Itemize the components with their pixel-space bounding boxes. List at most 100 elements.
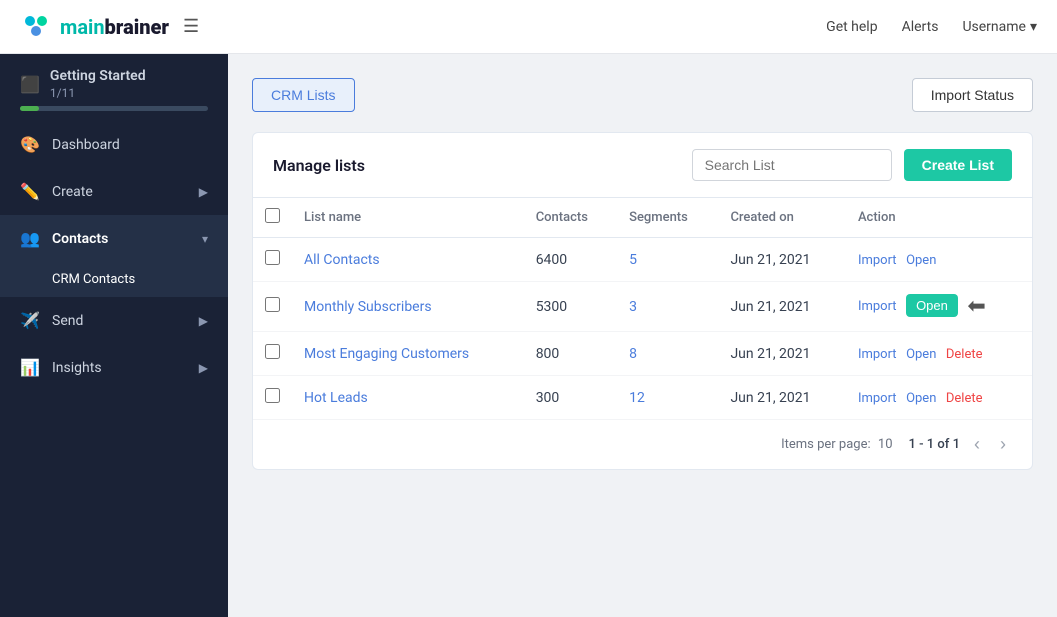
list-name-link[interactable]: All Contacts xyxy=(304,252,380,268)
page-range: 1 - 1 of 1 xyxy=(909,437,960,452)
progress-bar-fill xyxy=(20,106,39,111)
table-row: All Contacts 6400 5 Jun 21, 2021 Import … xyxy=(253,238,1032,282)
open-link[interactable]: Open xyxy=(906,391,936,406)
delete-link[interactable]: Delete xyxy=(946,391,983,406)
chevron-right-icon: ▶ xyxy=(199,185,208,199)
table-row: Most Engaging Customers 800 8 Jun 21, 20… xyxy=(253,332,1032,376)
items-per-page-label: Items per page: 10 xyxy=(781,437,892,452)
tab-crm-lists[interactable]: CRM Lists xyxy=(252,78,355,112)
logo-text: mainbrainer xyxy=(60,15,169,39)
create-icon: ✏️ xyxy=(20,182,40,201)
open-link[interactable]: Open xyxy=(906,253,936,268)
next-page-button[interactable]: › xyxy=(994,432,1012,457)
chevron-right-icon: ▶ xyxy=(199,361,208,375)
contacts-count: 6400 xyxy=(524,238,617,282)
open-button-highlighted[interactable]: Open xyxy=(906,294,958,317)
created-on: Jun 21, 2021 xyxy=(718,332,846,376)
contacts-count: 300 xyxy=(524,376,617,420)
import-link[interactable]: Import xyxy=(858,299,897,314)
row-checkbox[interactable] xyxy=(265,388,280,403)
sidebar-item-dashboard[interactable]: 🎨 Dashboard xyxy=(0,121,228,168)
search-input[interactable] xyxy=(692,149,892,181)
row-checkbox[interactable] xyxy=(265,344,280,359)
segments-link[interactable]: 12 xyxy=(629,390,645,406)
import-link[interactable]: Import xyxy=(858,347,897,362)
segments-link[interactable]: 8 xyxy=(629,346,637,362)
sidebar-item-crm-contacts[interactable]: CRM Contacts xyxy=(0,262,228,297)
created-on: Jun 21, 2021 xyxy=(718,376,846,420)
select-all-checkbox[interactable] xyxy=(265,208,280,223)
segments-link[interactable]: 5 xyxy=(629,252,637,268)
insights-icon: 📊 xyxy=(20,358,40,377)
create-list-button[interactable]: Create List xyxy=(904,149,1012,181)
sidebar-item-label: Contacts xyxy=(52,231,108,247)
contacts-icon: 👥 xyxy=(20,229,40,248)
lists-table: List name Contacts Segments Created on A… xyxy=(253,197,1032,419)
import-link[interactable]: Import xyxy=(858,391,897,406)
getting-started-title: Getting Started xyxy=(50,68,146,84)
nav-right: Get help Alerts Username ▾ xyxy=(826,19,1037,35)
table-card: Manage lists Create List List name Conta… xyxy=(252,132,1033,470)
dashboard-icon: 🎨 xyxy=(20,135,40,154)
list-name-link[interactable]: Monthly Subscribers xyxy=(304,299,432,315)
row-checkbox[interactable] xyxy=(265,297,280,312)
sidebar-item-insights[interactable]: 📊 Insights ▶ xyxy=(0,344,228,391)
logo[interactable]: mainbrainer xyxy=(20,11,169,43)
list-name-link[interactable]: Most Engaging Customers xyxy=(304,346,469,362)
chevron-down-icon: ▾ xyxy=(202,232,208,246)
sidebar: ⬛ Getting Started 1/11 🎨 Dashboard ✏️ Cr… xyxy=(0,54,228,617)
contacts-count: 800 xyxy=(524,332,617,376)
sidebar-item-send[interactable]: ✈️ Send ▶ xyxy=(0,297,228,344)
table-header-right: Create List xyxy=(692,149,1012,181)
top-navigation: mainbrainer ☰ Get help Alerts Username ▾ xyxy=(0,0,1057,54)
table-header-row: List name Contacts Segments Created on A… xyxy=(253,198,1032,238)
getting-started-progress: 1/11 xyxy=(50,86,146,100)
import-status-button[interactable]: Import Status xyxy=(912,78,1033,112)
cursor-arrow-icon: ⬅ xyxy=(967,294,985,319)
table-row: Hot Leads 300 12 Jun 21, 2021 Import Ope… xyxy=(253,376,1032,420)
sidebar-item-label: Send xyxy=(52,313,83,329)
logo-icon xyxy=(20,11,52,43)
sidebar-item-label: Dashboard xyxy=(52,137,120,153)
col-contacts: Contacts xyxy=(524,198,617,238)
pagination-row: Items per page: 10 1 - 1 of 1 ‹ › xyxy=(253,419,1032,469)
table-row: Monthly Subscribers 5300 3 Jun 21, 2021 … xyxy=(253,282,1032,332)
open-link[interactable]: Open xyxy=(906,347,936,362)
sidebar-sub-contacts: CRM Contacts xyxy=(0,262,228,297)
col-created-on: Created on xyxy=(718,198,846,238)
sidebar-item-create[interactable]: ✏️ Create ▶ xyxy=(0,168,228,215)
delete-link[interactable]: Delete xyxy=(946,347,983,362)
username-menu[interactable]: Username ▾ xyxy=(962,19,1037,35)
list-name-link[interactable]: Hot Leads xyxy=(304,390,368,406)
col-segments: Segments xyxy=(617,198,718,238)
col-action: Action xyxy=(846,198,1032,238)
segments-link[interactable]: 3 xyxy=(629,299,637,315)
getting-started-icon: ⬛ xyxy=(20,75,40,94)
created-on: Jun 21, 2021 xyxy=(718,282,846,332)
manage-lists-title: Manage lists xyxy=(273,156,365,175)
nav-left: mainbrainer ☰ xyxy=(20,11,199,43)
prev-page-button[interactable]: ‹ xyxy=(968,432,986,457)
created-on: Jun 21, 2021 xyxy=(718,238,846,282)
sidebar-item-contacts[interactable]: 👥 Contacts ▾ xyxy=(0,215,228,262)
import-link[interactable]: Import xyxy=(858,253,897,268)
sidebar-item-label: Create xyxy=(52,184,93,200)
sidebar-item-label: Insights xyxy=(52,360,102,376)
progress-bar-background xyxy=(20,106,208,111)
alerts-link[interactable]: Alerts xyxy=(902,19,939,35)
getting-started-section[interactable]: ⬛ Getting Started 1/11 xyxy=(0,54,228,121)
main-content: CRM Lists Import Status Manage lists Cre… xyxy=(228,54,1057,617)
tabs-row: CRM Lists Import Status xyxy=(252,78,1033,112)
col-list-name: List name xyxy=(292,198,524,238)
pagination-controls: 1 - 1 of 1 ‹ › xyxy=(909,432,1012,457)
send-icon: ✈️ xyxy=(20,311,40,330)
contacts-count: 5300 xyxy=(524,282,617,332)
chevron-down-icon: ▾ xyxy=(1030,19,1037,35)
main-layout: ⬛ Getting Started 1/11 🎨 Dashboard ✏️ Cr… xyxy=(0,54,1057,617)
table-header: Manage lists Create List xyxy=(253,133,1032,197)
hamburger-icon[interactable]: ☰ xyxy=(183,16,199,37)
chevron-right-icon: ▶ xyxy=(199,314,208,328)
row-checkbox[interactable] xyxy=(265,250,280,265)
sidebar-sub-label: CRM Contacts xyxy=(52,272,135,287)
get-help-link[interactable]: Get help xyxy=(826,19,877,35)
